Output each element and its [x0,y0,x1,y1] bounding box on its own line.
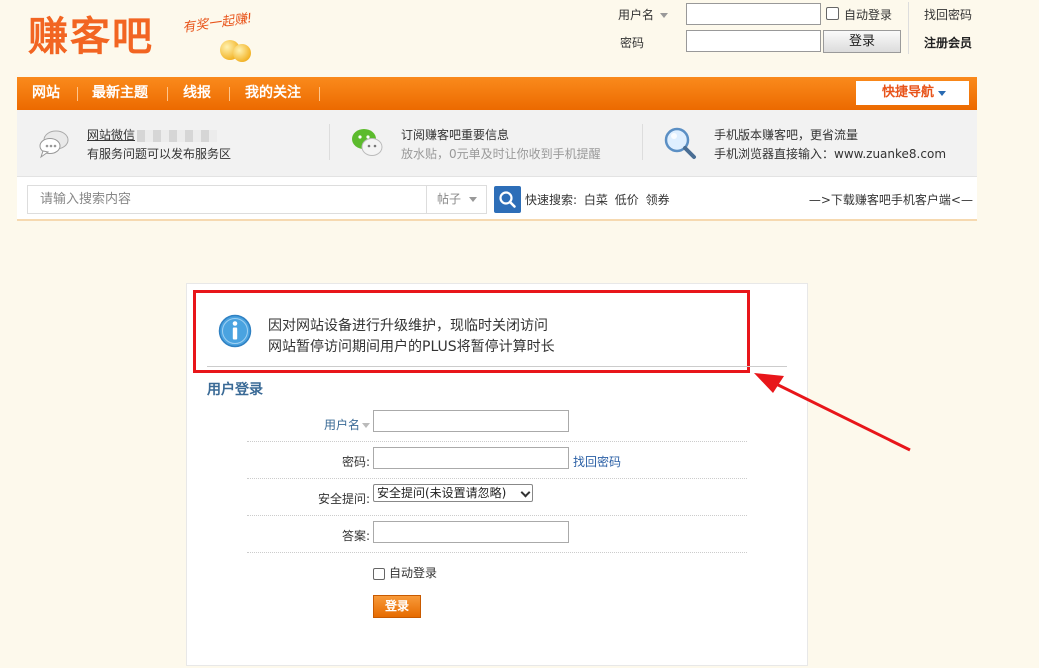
auto-login-checkbox[interactable]: 自动登录 [373,564,437,581]
wechat-icon [352,129,383,156]
header-login: 用户名 自动登录 找回密码 密码 登录 注册会员 [618,2,1038,58]
info-item-2-title[interactable]: 订阅赚客吧重要信息 [401,126,509,143]
wechat-account-link[interactable]: 网站微信 [87,126,218,143]
search-type-dropdown[interactable]: 帖子 [426,186,486,213]
coins-icon [220,34,254,62]
header-login-button[interactable]: 登录 [823,30,901,53]
username-type-dropdown[interactable]: 用户名 [618,6,669,23]
username-type-dropdown[interactable]: 用户名 [324,416,370,433]
answer-input[interactable] [373,521,569,543]
password-label: 密码: [341,455,370,469]
main-nav: 网站 最新主题 线报 我的关注 快捷导航 [17,77,977,110]
header-password-label: 密码 [620,36,645,50]
security-question-select[interactable]: 安全提问(未设置请忽略) [373,484,533,502]
header-auto-login-checkbox[interactable] [826,7,839,20]
nav-item-deals[interactable]: 线报 [183,77,211,110]
search-bar: 帖子 快速搜索: 白菜 低价 领券 —>下载赚客吧手机客户端<— [17,177,977,221]
blurred-text [137,129,218,142]
header-auto-login-label: 自动登录 [844,8,893,22]
password-row: 密码: 找回密码 [247,442,747,479]
notice-line-1: 因对网站设备进行升级维护，现临时关闭访问 [268,318,548,334]
login-submit-button[interactable]: 登录 [373,595,421,618]
nav-divider [77,87,78,101]
search-box: 帖子 [27,185,487,214]
info-icon [218,314,252,348]
chevron-down-icon [469,197,477,202]
chevron-down-icon [520,487,531,498]
username-input[interactable] [373,410,569,432]
notice-line-2: 网站暂停访问期间用户的PLUS将暂停计算时长 [268,339,555,355]
info-item-3-desc: 手机浏览器直接输入：www.zuanke8.com [714,147,947,161]
nav-item-site[interactable]: 网站 [32,77,60,110]
chevron-down-icon [660,13,669,18]
quick-search-item[interactable]: 领券 [646,193,670,207]
info-item-2-desc: 放水贴，0元单及时让你收到手机提醒 [401,147,601,161]
maintenance-notice: 因对网站设备进行升级维护，现临时关闭访问 网站暂停访问期间用户的PLUS将暂停计… [193,290,750,373]
info-bar: 网站微信 有服务问题可以发布服务区 订阅赚客吧重要信息 放水贴，0元单及时让你收… [17,110,977,177]
quick-search: 快速搜索: 白菜 低价 领券 [525,191,673,208]
checkbox-icon [373,567,385,580]
nav-item-latest[interactable]: 最新主题 [92,77,148,110]
nav-divider [167,87,168,101]
answer-label: 答案: [341,529,370,543]
chevron-down-icon [938,91,946,96]
nav-item-following[interactable]: 我的关注 [245,77,301,110]
security-question-row: 安全提问: 安全提问(未设置请忽略) [247,479,747,516]
header-register-link[interactable]: 注册会员 [924,34,972,51]
info-item-1-desc: 有服务问题可以发布服务区 [87,147,232,161]
answer-row: 答案: [247,516,747,553]
divider [642,124,643,160]
security-question-label: 安全提问: [317,492,370,506]
logo-slogan: 有奖一起赚! [181,11,254,36]
header-username-input[interactable] [686,3,821,25]
divider [908,2,909,54]
divider [207,366,787,367]
header-find-password-link[interactable]: 找回密码 [924,6,972,23]
password-input[interactable] [373,447,569,469]
login-title: 用户登录 [207,382,263,398]
nav-divider [229,87,230,101]
nav-divider [319,87,320,101]
chat-bubble-icon [39,130,69,159]
quick-nav-button[interactable]: 快捷导航 [856,81,969,105]
info-item-3-title: 手机版本赚客吧，更省流量 [714,128,859,142]
search-icon [499,191,516,208]
download-app-link[interactable]: —>下载赚客吧手机客户端<— [809,191,973,208]
site-logo[interactable]: 赚客吧 有奖一起赚! [28,4,268,66]
quick-search-label: 快速搜索: [525,193,578,207]
magnifier-icon [664,127,696,159]
header-password-input[interactable] [686,30,821,52]
search-input[interactable] [28,186,426,213]
username-row: 用户名 [247,405,747,442]
search-button[interactable] [494,186,521,213]
chevron-down-icon [362,423,370,428]
find-password-link[interactable]: 找回密码 [573,453,621,470]
quick-search-item[interactable]: 白菜 [584,193,608,207]
quick-search-item[interactable]: 低价 [615,193,639,207]
annotation-arrow [754,373,911,452]
divider [329,124,330,160]
logo-text: 赚客吧 [28,13,154,60]
login-panel: 因对网站设备进行升级维护，现临时关闭访问 网站暂停访问期间用户的PLUS将暂停计… [186,283,808,666]
